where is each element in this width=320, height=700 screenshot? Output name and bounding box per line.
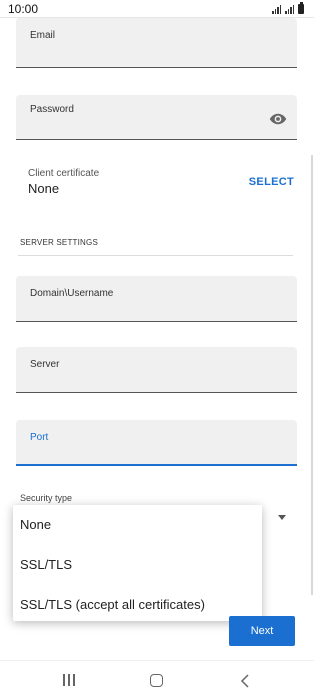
status-icons <box>272 2 304 14</box>
security-option-none[interactable]: None <box>20 517 51 532</box>
security-option-ssl-tls[interactable]: SSL/TLS <box>20 557 72 572</box>
system-navigation-bar <box>0 660 314 700</box>
status-time: 10:00 <box>8 2 39 16</box>
security-type-label: Security type <box>20 493 73 503</box>
port-field[interactable]: Port <box>16 420 297 466</box>
dropdown-arrow-icon[interactable] <box>278 515 286 520</box>
security-type-dropdown-menu: None SSL/TLS SSL/TLS (accept all certifi… <box>13 505 262 621</box>
recent-apps-icon[interactable] <box>62 674 76 686</box>
password-label: Password <box>30 104 74 115</box>
email-field[interactable]: Email <box>16 18 297 68</box>
email-label: Email <box>30 30 56 41</box>
wifi-signal-icon <box>272 4 281 14</box>
password-field[interactable]: Password <box>16 95 297 140</box>
server-settings-header: SERVER SETTINGS <box>20 238 98 247</box>
section-divider <box>18 255 293 256</box>
server-label: Server <box>30 359 60 370</box>
back-icon[interactable] <box>240 674 250 688</box>
visibility-eye-icon[interactable] <box>269 113 287 125</box>
select-certificate-button[interactable]: SELECT <box>249 176 294 188</box>
client-certificate-label: Client certificate <box>28 168 100 179</box>
scrollbar[interactable] <box>311 155 313 595</box>
battery-icon <box>298 2 304 14</box>
cellular-signal-icon <box>285 4 294 14</box>
domain-username-label: Domain\Username <box>30 288 114 299</box>
client-certificate-value: None <box>28 181 60 196</box>
next-button[interactable]: Next <box>229 616 295 646</box>
domain-username-field[interactable]: Domain\Username <box>16 276 297 322</box>
server-field[interactable]: Server <box>16 347 297 393</box>
port-label: Port <box>30 432 49 443</box>
security-option-ssl-tls-accept-all[interactable]: SSL/TLS (accept all certificates) <box>20 597 205 612</box>
home-icon[interactable] <box>150 674 163 687</box>
status-bar: 10:00 <box>0 0 314 18</box>
